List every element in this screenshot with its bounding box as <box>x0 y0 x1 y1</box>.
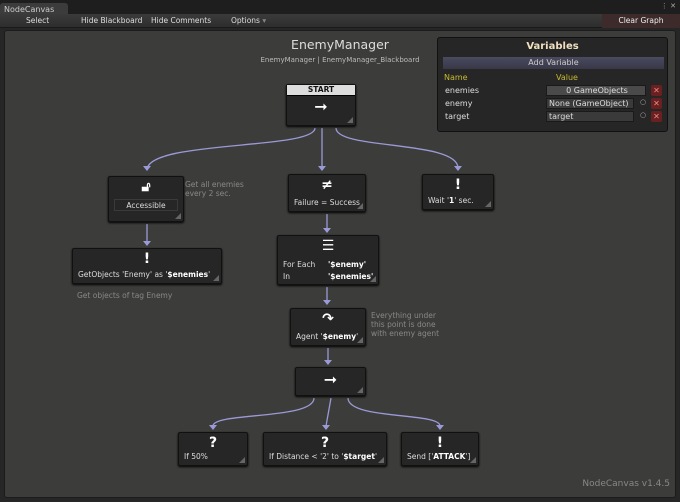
arrow-marker <box>324 360 332 365</box>
if50-node[interactable]: ? If 50% <box>178 432 248 466</box>
agent-node[interactable]: ↷ Agent '$enemy' <box>290 308 366 346</box>
connection <box>335 127 459 169</box>
variables-panel: Variables Add Variable Name Value enemie… <box>437 37 668 132</box>
foreach-node[interactable]: ☰ For Each '$enemy' In '$enemies' <box>277 235 379 285</box>
question-icon: ? <box>208 435 218 451</box>
unlock-icon: 🔓︎ <box>141 179 151 195</box>
object-picker-icon[interactable]: ○ <box>640 111 646 119</box>
foreach-var: '$enemy' <box>328 260 367 269</box>
delete-icon[interactable]: ✕ <box>651 98 662 109</box>
arrow-marker <box>323 228 331 233</box>
variable-value[interactable]: target <box>546 111 634 122</box>
variables-title: Variables <box>526 41 579 52</box>
node-label: Agent '$enemy' <box>296 332 359 341</box>
question-icon: ? <box>320 435 330 451</box>
version-label: NodeCanvas v1.4.5 <box>582 479 670 489</box>
exclamation-icon: ! <box>436 435 444 451</box>
redirect-arrow-icon: ↷ <box>322 311 334 327</box>
foreach-label: For Each <box>283 260 316 269</box>
connection <box>146 127 316 171</box>
exclamation-icon: ! <box>454 177 462 193</box>
comment: Get all enemies every 2 sec. <box>185 180 244 198</box>
arrow-right-icon: ➞ <box>314 97 328 116</box>
arrow-marker <box>454 166 462 171</box>
node-label: Failure = Success <box>294 198 360 207</box>
accessible-node[interactable]: 🔓︎ Accessible <box>108 176 184 222</box>
arrow-marker <box>143 241 151 246</box>
variable-row: enemies 0 GameObjects ✕ <box>443 85 664 97</box>
comment: Everything under this point is done with… <box>371 311 440 338</box>
ifdistance-node[interactable]: ? If Distance < '2' to '$target' <box>263 432 387 466</box>
value-header: Value <box>556 73 578 82</box>
connection <box>325 397 332 427</box>
accessible-label: Accessible <box>114 199 178 211</box>
add-variable-button[interactable]: Add Variable <box>443 57 664 69</box>
variable-row: enemy None (GameObject) ○ ✕ <box>443 98 664 110</box>
connection <box>347 397 441 427</box>
node-label: If Distance < '2' to '$target' <box>269 452 378 461</box>
getobjects-node[interactable]: ! GetObjects 'Enemy' as '$enemies' <box>72 248 222 284</box>
arrow-marker <box>322 425 330 430</box>
name-header: Name <box>444 73 468 82</box>
variable-value[interactable]: 0 GameObjects <box>546 85 646 96</box>
node-label: GetObjects 'Enemy' as '$enemies' <box>78 270 211 279</box>
arrow-marker <box>436 425 444 430</box>
arrow-marker <box>323 300 331 305</box>
object-picker-icon[interactable]: ○ <box>640 98 646 106</box>
start-header: START <box>287 85 355 96</box>
variable-name: target <box>445 112 470 121</box>
comment: Get objects of tag Enemy <box>77 291 173 300</box>
variable-name: enemies <box>445 86 480 95</box>
variable-row: target target ○ ✕ <box>443 111 664 123</box>
variable-value[interactable]: None (GameObject) <box>546 98 634 109</box>
arrow-marker <box>209 425 217 430</box>
exclamation-icon: ! <box>143 251 151 267</box>
wait-node[interactable]: ! Wait '1' sec. <box>422 174 494 210</box>
arrow-marker <box>318 166 326 171</box>
node-label: Send ['ATTACK'] <box>407 452 471 461</box>
node-label: If 50% <box>184 452 208 461</box>
start-node[interactable]: START ➞ <box>286 84 356 126</box>
connection <box>212 397 315 427</box>
not-equal-icon: ≠ <box>321 177 333 193</box>
arrow-marker <box>143 166 151 171</box>
list-icon: ☰ <box>321 238 335 254</box>
node-label: Wait '1' sec. <box>428 196 474 205</box>
in-label: In <box>283 272 290 281</box>
delete-icon[interactable]: ✕ <box>651 111 662 122</box>
send-node[interactable]: ! Send ['ATTACK'] <box>401 432 479 466</box>
delete-icon[interactable]: ✕ <box>651 85 662 96</box>
variable-name: enemy <box>445 99 473 108</box>
in-var: '$enemies' <box>328 272 374 281</box>
arrow-right-icon: ➞ <box>323 370 338 389</box>
sequence-node[interactable]: ➞ <box>295 367 366 396</box>
inverter-node[interactable]: ≠ Failure = Success <box>288 174 366 212</box>
